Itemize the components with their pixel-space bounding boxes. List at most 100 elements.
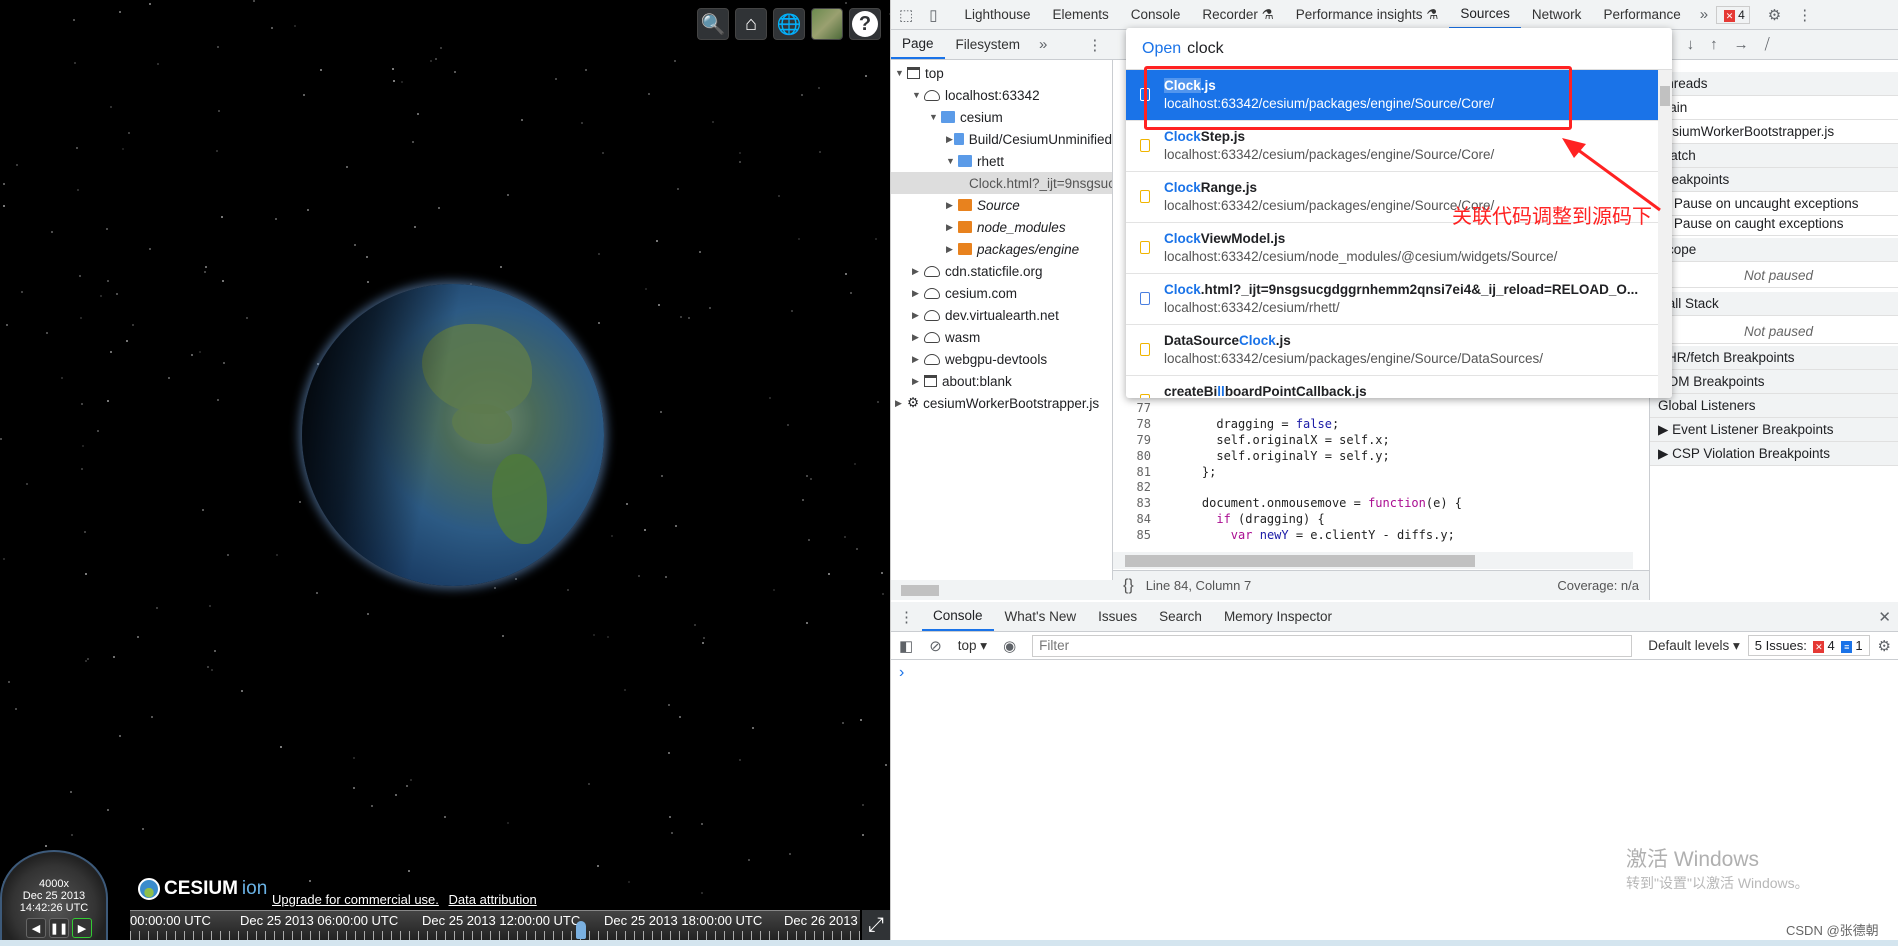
sidebar-pause-on-caught-exceptions[interactable]: ☐ Pause on caught exceptions [1650,212,1898,236]
tree-item[interactable]: ▶ cesium.com [891,282,1112,304]
tree-arrow-icon[interactable]: ▶ [895,398,907,409]
drawer-menu-icon[interactable]: ⋮ [891,608,922,626]
sidebar-watch[interactable]: Watch [1650,144,1898,168]
sidebar-breakpoints[interactable]: Breakpoints [1650,168,1898,192]
deactivate-breakpoints-icon[interactable]: ⧸ [1757,36,1778,53]
tree-arrow-icon[interactable]: ▶ [946,200,958,211]
code-line[interactable]: if (dragging) { [1173,512,1324,526]
sidebar-main[interactable]: Main [1650,96,1898,120]
step-into-icon[interactable]: ↓ [1679,36,1703,53]
timeline[interactable]: 00:00:00 UTC Dec 25 2013 06:00:00 UTC De… [130,910,860,940]
code-line[interactable]: }; [1173,465,1216,479]
tab-elements[interactable]: Elements [1042,0,1120,29]
drawer-tab-memory-inspector[interactable]: Memory Inspector [1213,602,1343,631]
more-tabs-button[interactable]: » [1692,6,1716,23]
timeline-needle[interactable] [576,921,586,939]
sidebar-csp-violation-breakpoints[interactable]: ▶ CSP Violation Breakpoints [1650,442,1898,466]
sidebar-scope[interactable]: Scope [1650,238,1898,262]
upgrade-link[interactable]: Upgrade for commercial use. [272,892,439,907]
tree-item[interactable]: ▶ about:blank [891,370,1112,392]
search-button[interactable]: 🔍 [697,8,729,40]
home-button[interactable]: ⌂ [735,8,767,40]
step-out-icon[interactable]: ↑ [1702,36,1726,53]
line-number[interactable]: 84 [1113,512,1151,526]
cesium-ion-logo[interactable]: CESIUM ion [138,878,267,900]
open-file-input[interactable]: Open clock [1126,28,1672,70]
drawer-tab-console[interactable]: Console [922,602,994,631]
tab-network[interactable]: Network [1521,0,1593,29]
tree-item[interactable]: ▶ dev.virtualearth.net [891,304,1112,326]
file-result[interactable]: createBillboardPointCallback.js [1126,376,1658,398]
line-number[interactable]: 81 [1113,465,1151,479]
tab-filesystem[interactable]: Filesystem [945,30,1032,59]
tree-arrow-icon[interactable]: ▶ [912,310,924,321]
file-result[interactable]: ClockViewModel.js localhost:63342/cesium/… [1126,223,1658,274]
more-options-icon[interactable]: ⋮ [1789,6,1820,24]
log-levels-dropdown[interactable]: Default levels ▾ [1640,638,1748,654]
step-icon[interactable]: → [1726,36,1757,53]
file-result[interactable]: Clock.html?_ijt=9nsgsucgdggrnhemm2qnsi7e… [1126,274,1658,325]
line-number[interactable]: 83 [1113,496,1151,510]
tab-lighthouse[interactable]: Lighthouse [953,0,1041,29]
file-result[interactable]: DataSourceClock.js localhost:63342/cesium… [1126,325,1658,376]
tree-item[interactable]: ▼ localhost:63342 [891,84,1112,106]
pause-button[interactable]: ❚❚ [49,918,69,938]
fullscreen-button[interactable]: ⤢ [862,910,890,940]
tab-sources[interactable]: Sources [1449,0,1521,29]
tree-arrow-icon[interactable]: ▼ [929,112,941,122]
console-prompt[interactable]: › [899,664,904,682]
tree-item[interactable]: Clock.html?_ijt=9nsgsucgdggrnhemm2qnsi7e… [891,172,1112,194]
data-attribution-link[interactable]: Data attribution [449,892,537,907]
tree-arrow-icon[interactable]: ▼ [912,90,924,100]
clear-console-icon[interactable]: ⊘ [921,637,950,655]
line-number[interactable]: 77 [1113,401,1151,415]
sidebar-threads[interactable]: Threads [1650,72,1898,96]
device-toolbar-icon[interactable]: ▯ [921,6,945,24]
cesium-viewer[interactable]: 4000x Dec 25 2013 14:42:26 UTC ◀ ❚❚ ▶ CE… [0,0,890,940]
tree-item[interactable]: ▼ cesium [891,106,1112,128]
tree-item[interactable]: ▶ wasm [891,326,1112,348]
context-selector[interactable]: top ▾ [950,638,995,654]
tree-arrow-icon[interactable]: ▶ [946,222,958,233]
live-expression-icon[interactable]: ◉ [995,637,1024,655]
code-line[interactable]: var newY = e.clientY - diffs.y; [1173,528,1455,542]
tree-item[interactable]: ▼ rhett [891,150,1112,172]
code-line[interactable]: self.originalX = self.x; [1173,433,1389,447]
editor-horizontal-scrollbar[interactable] [1113,552,1633,569]
tree-item[interactable]: ▶ Source [891,194,1112,216]
line-number[interactable]: 79 [1113,433,1151,447]
drawer-tab-what-s-new[interactable]: What's New [994,602,1088,631]
tree-item[interactable]: ▶ cdn.staticfile.org [891,260,1112,282]
error-counter[interactable]: ✕ 4 [1716,5,1750,24]
line-number[interactable]: 78 [1113,417,1151,431]
sidebar-cesiumworkerbootstrapper-js[interactable]: cesiumWorkerBootstrapper.js [1650,120,1898,144]
settings-icon[interactable]: ⚙ [1760,6,1789,24]
line-number[interactable]: 82 [1113,480,1151,494]
globe[interactable] [302,284,604,586]
drawer-tab-issues[interactable]: Issues [1087,602,1148,631]
close-drawer-icon[interactable]: ✕ [1870,608,1898,626]
tree-arrow-icon[interactable]: ▶ [912,288,924,299]
help-button[interactable]: ? [849,8,881,40]
console-settings-icon[interactable]: ⚙ [1870,637,1898,655]
animation-widget[interactable]: 4000x Dec 25 2013 14:42:26 UTC ◀ ❚❚ ▶ [0,850,108,940]
tree-item[interactable]: ▶ webgpu-devtools [891,348,1112,370]
tree-arrow-icon[interactable]: ▶ [946,134,954,145]
sidebar-toggle-icon[interactable]: ◧ [891,637,921,655]
nav-menu-icon[interactable]: ⋮ [1079,36,1110,54]
tree-item[interactable]: ▶ node_modules [891,216,1112,238]
tree-arrow-icon[interactable]: ▼ [895,68,907,78]
tree-arrow-icon[interactable]: ▶ [946,244,958,255]
drawer-tab-search[interactable]: Search [1148,602,1213,631]
tree-item[interactable]: ▶ packages/engine [891,238,1112,260]
tree-arrow-icon[interactable]: ▶ [912,332,924,343]
tab-recorder[interactable]: Recorder ⚗ [1191,0,1284,29]
tree-item[interactable]: ▶ Build/CesiumUnminified [891,128,1112,150]
tree-arrow-icon[interactable]: ▼ [946,156,958,166]
code-line[interactable]: self.originalY = self.y; [1173,449,1389,463]
navigator-scrollbar[interactable] [891,580,1113,600]
imagery-layer-button[interactable] [811,8,843,40]
line-number[interactable]: 85 [1113,528,1151,542]
issues-button[interactable]: 5 Issues: ✕ 4 ≡ 1 [1747,635,1870,656]
play-button[interactable]: ▶ [72,918,92,938]
